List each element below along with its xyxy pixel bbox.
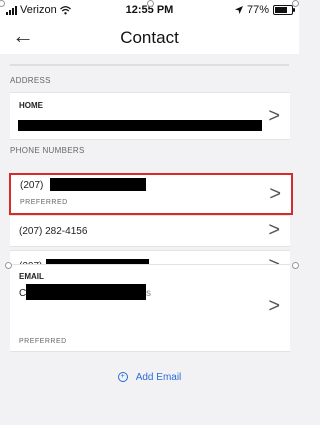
chevron-right-icon: > — [268, 295, 280, 317]
address-section-label: ADDRESS — [10, 76, 51, 85]
chevron-right-icon: > — [268, 219, 280, 241]
phone-row-preferred[interactable]: (207) PREFERRED > — [9, 173, 293, 215]
phone-section-label: PHONE NUMBERS — [10, 146, 85, 155]
side-handle — [292, 262, 299, 269]
side-handle — [5, 262, 12, 269]
home-address-row[interactable]: HOME > — [10, 92, 290, 140]
nav-header: ← Contact — [0, 20, 299, 54]
add-circle-icon: + — [117, 372, 128, 383]
home-label: HOME — [19, 101, 43, 110]
chevron-right-icon: > — [268, 105, 280, 127]
page-title: Contact — [120, 28, 179, 47]
corner-handle — [292, 0, 299, 7]
redacted-address — [18, 120, 262, 131]
phone-number: (207) — [20, 180, 44, 191]
add-email-label: Add Email — [135, 372, 182, 383]
email-label: EMAIL — [19, 272, 44, 281]
phone-number: (207) 282-4156 — [19, 226, 88, 237]
email-row[interactable]: EMAIL C s PREFERRED > — [10, 264, 290, 352]
battery-percent: 77% — [246, 4, 269, 16]
header-divider — [10, 64, 289, 66]
redacted-phone — [50, 178, 146, 191]
corner-handle — [147, 0, 154, 7]
chevron-right-icon: > — [269, 183, 281, 205]
preferred-badge: PREFERRED — [19, 338, 67, 345]
add-email-button[interactable]: + Add Email — [0, 372, 299, 383]
location-arrow-icon — [234, 6, 243, 14]
phone-row[interactable]: (207) 282-4156 > — [10, 215, 290, 247]
battery-icon — [273, 5, 295, 15]
redacted-email — [26, 284, 146, 300]
status-right: 77% — [234, 4, 295, 16]
email-visible-suffix: s — [146, 288, 151, 299]
preferred-badge: PREFERRED — [20, 199, 68, 206]
battery-fill — [275, 7, 287, 13]
